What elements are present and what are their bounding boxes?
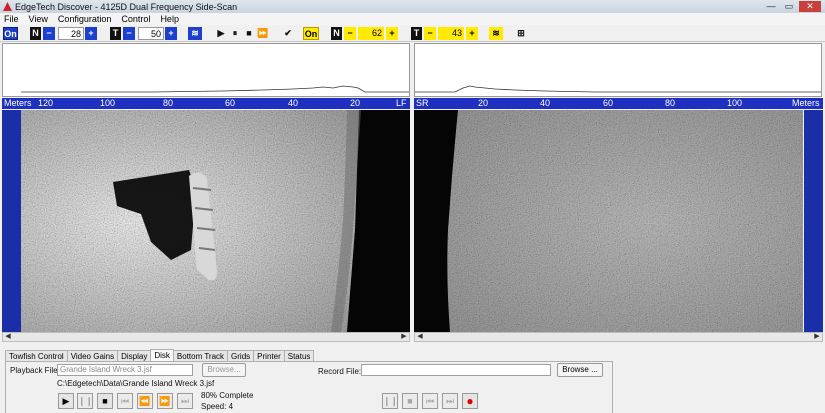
menu-bar: File View Configuration Control Help [0,13,825,25]
right-sonar-image [414,110,803,332]
toolbar: On N − 28 + T − 50 + ≋ ▶ ⏸ ■ ⏩ ✔ On N − … [0,25,825,42]
left-scale-unit: Meters [4,98,32,108]
record-stop-button[interactable]: ■ [402,393,418,409]
playback-file-field[interactable]: Grande Island Wreck 3.jsf [57,364,193,376]
left-n-minus-button[interactable]: − [43,27,55,40]
right-waveform-toggle-icon[interactable]: ≋ [489,27,503,40]
left-t-label: T [110,27,121,40]
left-range-scale: Meters 120 100 80 60 40 20 LF [2,98,410,109]
right-t-label: T [411,27,422,40]
tab-disk[interactable]: Disk [150,349,174,361]
fast-forward-icon[interactable]: ⏩ [257,27,269,40]
record-file-field[interactable] [361,364,551,376]
right-scale-tick: SR [416,98,429,108]
close-button[interactable]: ✕ [799,1,821,12]
left-side-bar [2,110,21,332]
playback-file-label: Playback File: [10,366,60,375]
minimize-button[interactable]: — [763,1,779,12]
right-scale-tick: 80 [665,98,676,108]
left-sonar-image [21,110,410,332]
maximize-button[interactable]: ▭ [781,1,797,12]
play-button[interactable]: ▶ [58,393,74,409]
title-bar: EdgeTech Discover - 4125D Dual Frequency… [0,0,825,13]
menu-view[interactable]: View [29,14,48,24]
left-on-toggle[interactable]: On [3,27,18,40]
edgetech-logo-icon [3,2,12,11]
right-horizontal-scrollbar[interactable]: ◀ ▶ [414,332,823,342]
right-n-label: N [331,27,342,40]
left-scale-tick: 100 [100,98,116,108]
left-n-plus-button[interactable]: + [85,27,97,40]
stop-icon[interactable]: ■ [244,27,254,40]
right-on-toggle[interactable]: On [303,27,319,40]
right-range-scale: SR 20 40 60 80 100 Meters [414,98,823,109]
left-scale-tick: 40 [288,98,299,108]
left-t-minus-button[interactable]: − [123,27,135,40]
scroll-left-icon[interactable]: ◀ [3,333,13,341]
right-n-minus-button[interactable]: − [344,27,356,40]
left-t-plus-button[interactable]: + [165,27,177,40]
skip-back-button[interactable]: ⏮ [117,393,133,409]
pause-button[interactable]: ❙❙ [77,393,93,409]
record-button[interactable]: ● [462,393,478,409]
left-waveform-pane [2,43,410,97]
control-panel: Towfish Control Video Gains Display Disk… [0,343,825,413]
left-horizontal-scrollbar[interactable]: ◀ ▶ [2,332,410,342]
right-n-value[interactable]: 62 [358,27,384,40]
check-icon[interactable]: ✔ [283,27,293,40]
menu-control[interactable]: Control [121,14,150,24]
right-t-plus-button[interactable]: + [466,27,478,40]
right-scale-tick: 40 [540,98,551,108]
right-waveform-pane [414,43,822,97]
playback-file-path: C:\Edgetech\Data\Grande Island Wreck 3.j… [57,379,215,388]
speed-text: Speed: 4 [201,402,234,411]
record-browse-button[interactable]: Browse ... [557,363,603,377]
right-scale-tick: 60 [603,98,614,108]
fast-forward-button[interactable]: ⏩ [157,393,173,409]
scroll-right-icon[interactable]: ▶ [399,333,409,341]
record-pause-button[interactable]: ❙❙ [382,393,398,409]
playback-browse-button[interactable]: Browse... [202,363,246,377]
left-scale-tick: 80 [163,98,174,108]
window-title: EdgeTech Discover - 4125D Dual Frequency… [15,1,238,12]
record-prev-button[interactable]: ⏮ [422,393,438,409]
left-n-value[interactable]: 28 [58,27,84,40]
skip-forward-button[interactable]: ⏭ [177,393,193,409]
left-sonar-channel [21,110,410,332]
record-next-button[interactable]: ⏭ [442,393,458,409]
scroll-right-icon[interactable]: ▶ [812,333,822,341]
right-scale-tick: 100 [727,98,743,108]
record-file-label: Record File: [318,367,362,376]
right-waveform-trace [415,85,821,93]
left-scale-tick: 60 [225,98,236,108]
left-scale-tick: 20 [350,98,361,108]
grid-layout-icon[interactable]: ⊞ [515,27,527,40]
right-n-plus-button[interactable]: + [386,27,398,40]
stop-button[interactable]: ■ [97,393,113,409]
left-waveform-trace [21,85,409,93]
right-t-value[interactable]: 43 [438,27,464,40]
left-scale-tick: 120 [38,98,54,108]
right-scale-unit: Meters [792,98,820,108]
rewind-button[interactable]: ⏪ [137,393,153,409]
right-t-minus-button[interactable]: − [424,27,436,40]
pause-icon[interactable]: ⏸ [230,27,240,40]
menu-help[interactable]: Help [160,14,179,24]
scroll-left-icon[interactable]: ◀ [415,333,425,341]
right-side-bar [804,110,823,332]
progress-text: 80% Complete [201,391,254,400]
right-scale-tick: 20 [478,98,489,108]
right-sonar-channel [414,110,803,332]
left-waveform-toggle-icon[interactable]: ≋ [188,27,202,40]
menu-configuration[interactable]: Configuration [58,14,112,24]
left-n-label: N [30,27,41,40]
menu-file[interactable]: File [4,14,19,24]
left-t-value[interactable]: 50 [138,27,164,40]
play-icon[interactable]: ▶ [216,27,226,40]
left-scale-tick: LF [396,98,407,108]
